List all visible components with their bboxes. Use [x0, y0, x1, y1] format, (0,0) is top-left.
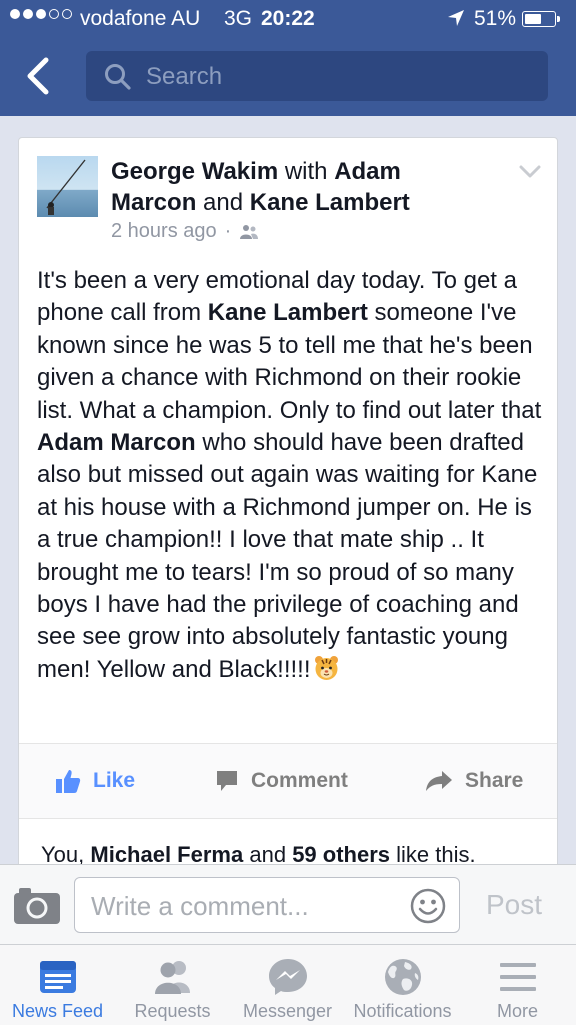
- tagged-person-2[interactable]: Kane Lambert: [250, 189, 410, 216]
- menu-icon: [499, 963, 536, 991]
- status-bar: vodafone AU 3G 20:22 51%: [0, 0, 576, 38]
- like-label: Like: [93, 769, 136, 792]
- post-actions-bar: Like Comment Share: [19, 743, 557, 819]
- friend-requests-icon: [154, 961, 190, 994]
- author-name[interactable]: George Wakim: [111, 158, 278, 185]
- bottom-tab-bar: News Feed Requests Messenger Notificatio…: [0, 944, 576, 1025]
- comment-input[interactable]: Write a comment...: [74, 877, 460, 933]
- comment-placeholder: Write a comment...: [91, 891, 309, 921]
- post-meta: 2 hours ago ·: [111, 220, 259, 243]
- signal-strength-icon: [10, 9, 72, 19]
- news-feed-icon: [39, 961, 76, 993]
- clock: 20:22: [261, 7, 315, 30]
- camera-icon[interactable]: [13, 887, 61, 925]
- carrier-name: vodafone AU: [80, 7, 201, 30]
- tagged-person-1[interactable]: Adam: [334, 158, 401, 185]
- tab-more[interactable]: More: [460, 945, 575, 1025]
- post-card: George Wakim with Adam Marcon and Kane L…: [18, 137, 558, 877]
- top-navigation-bar: vodafone AU 3G 20:22 51% Search: [0, 0, 576, 116]
- friends-icon: [240, 224, 259, 239]
- tab-label: Messenger: [242, 1001, 333, 1021]
- battery-percentage: 51%: [474, 7, 517, 30]
- mention-adam-marcon[interactable]: Adam Marcon: [37, 429, 196, 456]
- network-type: 3G: [224, 7, 253, 30]
- tiger-face-emoji: [314, 655, 338, 680]
- back-arrow-icon[interactable]: [22, 54, 58, 98]
- author-avatar[interactable]: [37, 156, 98, 217]
- tab-messenger[interactable]: Messenger: [230, 945, 345, 1025]
- post-timestamp[interactable]: 2 hours ago: [111, 220, 217, 243]
- meta-separator: ·: [224, 220, 232, 242]
- search-icon: [105, 64, 131, 90]
- battery-icon: [522, 11, 560, 27]
- tab-notifications[interactable]: Notifications: [345, 945, 460, 1025]
- comment-label: Comment: [251, 769, 348, 792]
- and-word: and: [203, 189, 244, 216]
- post-body: It's been a very emotional day today. To…: [37, 265, 547, 686]
- share-button[interactable]: Share: [425, 766, 523, 796]
- search-placeholder: Search: [146, 63, 223, 90]
- tab-label: Notifications: [353, 1001, 452, 1021]
- comment-bubble-icon: [217, 771, 237, 791]
- chevron-down-icon[interactable]: [519, 164, 541, 180]
- comment-button[interactable]: Comment: [215, 766, 348, 796]
- share-label: Share: [465, 769, 524, 792]
- mention-kane-lambert[interactable]: Kane Lambert: [208, 299, 368, 326]
- tagged-person-1-lastname[interactable]: Marcon: [111, 189, 196, 216]
- search-bar[interactable]: Search: [86, 51, 548, 101]
- location-arrow-icon: [448, 10, 464, 26]
- post-comment-button[interactable]: Post: [486, 889, 542, 921]
- smiley-emoji-icon[interactable]: [410, 888, 446, 924]
- share-arrow-icon: [426, 771, 452, 791]
- post-header-names: George Wakim with Adam Marcon and Kane L…: [111, 156, 491, 218]
- messenger-icon: [268, 959, 307, 995]
- like-button[interactable]: Like: [55, 766, 135, 796]
- globe-icon: [384, 959, 421, 995]
- tab-requests[interactable]: Requests: [115, 945, 230, 1025]
- tab-news-feed[interactable]: News Feed: [0, 945, 115, 1025]
- comment-composer: Write a comment... Post: [0, 864, 576, 945]
- tab-label: News Feed: [11, 1001, 104, 1021]
- tab-label: Requests: [134, 1001, 211, 1021]
- tab-label: More: [496, 1001, 538, 1021]
- with-word: with: [284, 158, 328, 185]
- post-text-part-3: who should have been drafted also but mi…: [37, 429, 538, 683]
- thumbs-up-icon: [56, 770, 81, 793]
